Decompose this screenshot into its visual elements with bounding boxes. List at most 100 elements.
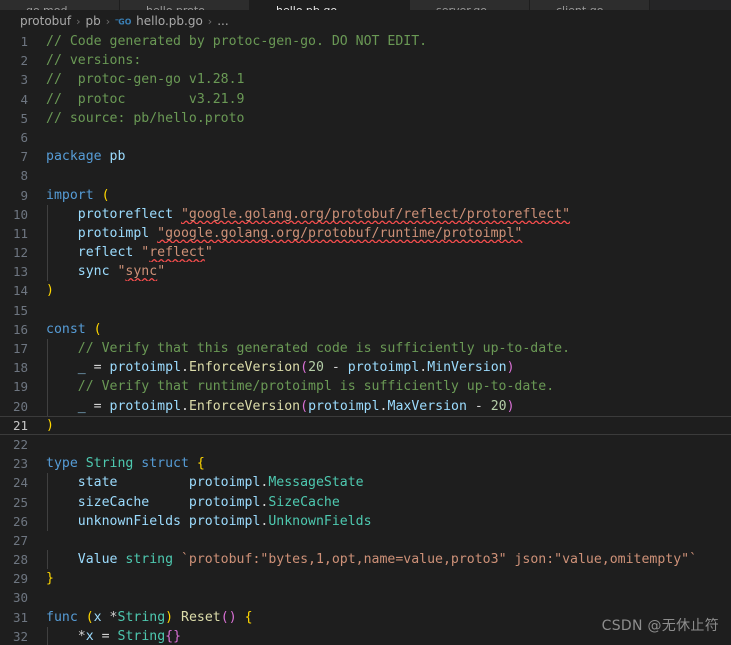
code-token: // protoc v3.21.9: [46, 91, 245, 107]
code-line-content[interactable]: // protoc v3.21.9: [46, 90, 731, 109]
code-token: String: [117, 609, 166, 625]
code-line[interactable]: 28 Value string `protobuf:"bytes,1,opt,n…: [0, 550, 731, 570]
code-line-content[interactable]: package pb: [46, 147, 731, 166]
code-token: // protoc-gen-go v1.28.1: [46, 72, 245, 88]
code-line[interactable]: 8: [0, 166, 731, 185]
code-line[interactable]: 6: [0, 128, 731, 147]
code-line[interactable]: 23 type String struct {: [0, 454, 731, 473]
code-line[interactable]: 32 *x = String{}: [0, 626, 731, 645]
code-token: =: [85, 360, 110, 376]
code-line[interactable]: 31 func (x *String) Reset() {: [0, 608, 731, 627]
code-line[interactable]: 2 // versions:: [0, 51, 731, 70]
code-line-content[interactable]: func (x *String) Reset() {: [46, 608, 731, 627]
code-token: String: [117, 628, 166, 644]
breadcrumb-item[interactable]: ...: [217, 14, 228, 28]
code-line-content[interactable]: reflect "reflect": [46, 243, 731, 263]
code-line[interactable]: 21): [0, 415, 731, 435]
code-line[interactable]: 30: [0, 588, 731, 607]
code-line[interactable]: 13 sync "sync": [0, 262, 731, 282]
code-token: Value: [46, 552, 126, 568]
code-token-error: "google.golang.org/protobuf/reflect/prot…: [180, 206, 571, 222]
code-token: type: [46, 456, 86, 472]
breadcrumb-separator: ›: [105, 14, 111, 28]
code-line[interactable]: 24 state protoimpl.MessageState: [0, 473, 731, 493]
code-line[interactable]: 12 reflect "reflect": [0, 243, 731, 263]
code-line-content[interactable]: unknownFields protoimpl.UnknownFields: [46, 511, 731, 531]
code-line-content[interactable]: _ = protoimpl.EnforceVersion(protoimpl.M…: [46, 396, 731, 416]
code-token: ): [165, 609, 174, 625]
line-number: 16: [12, 321, 28, 337]
breadcrumb-item[interactable]: protobuf: [20, 14, 71, 28]
code-line[interactable]: 15: [0, 301, 731, 320]
code-line-content[interactable]: *x = String{}: [46, 626, 731, 645]
breadcrumb-item[interactable]: pb: [86, 14, 101, 28]
code-line-content[interactable]: import (: [46, 186, 731, 205]
code-line[interactable]: 27: [0, 531, 731, 550]
line-number: 9: [20, 187, 28, 203]
editor-tab-hello-proto[interactable]: GOhello.proto: [120, 0, 250, 10]
line-number: 30: [12, 590, 28, 606]
code-line[interactable]: 5 // source: pb/hello.proto: [0, 109, 731, 128]
code-token: package: [46, 149, 110, 165]
code-line-content[interactable]: // Code generated by protoc-gen-go. DO N…: [46, 32, 731, 51]
code-line-content[interactable]: state protoimpl.MessageState: [46, 473, 731, 493]
code-line[interactable]: 25 sizeCache protoimpl.SizeCache: [0, 492, 731, 512]
editor-tab-hello-pb-go[interactable]: GOhello.pb.go: [250, 0, 410, 10]
breadcrumb[interactable]: protobuf › pb › GO hello.pb.go ›...: [0, 10, 731, 32]
code-line[interactable]: 22: [0, 435, 731, 454]
code-token: MaxVersion: [387, 398, 467, 414]
code-line[interactable]: 14): [0, 281, 731, 300]
line-number: 19: [12, 379, 28, 395]
code-token: }: [46, 571, 54, 587]
code-line-content[interactable]: }: [46, 569, 731, 588]
code-token: 20: [308, 360, 324, 376]
line-number: 27: [12, 532, 28, 548]
code-line[interactable]: 4 // protoc v3.21.9: [0, 90, 731, 109]
code-line-content[interactable]: sizeCache protoimpl.SizeCache: [46, 492, 731, 512]
line-number: 28: [12, 552, 28, 568]
code-line[interactable]: 11 protoimpl "google.golang.org/protobuf…: [0, 223, 731, 244]
code-token-error: reflect: [149, 245, 205, 261]
code-line[interactable]: 18 _ = protoimpl.EnforceVersion(20 - pro…: [0, 358, 731, 378]
code-line-content[interactable]: // Verify that runtime/protoimpl is suff…: [46, 377, 731, 397]
code-line-content[interactable]: const (: [46, 320, 731, 339]
editor-tab-go-mod[interactable]: GOgo.mod: [0, 0, 120, 10]
code-token: (: [300, 398, 309, 414]
code-line[interactable]: 26 unknownFields protoimpl.UnknownFields: [0, 511, 731, 531]
code-line[interactable]: 10 protoreflect "google.golang.org/proto…: [0, 204, 731, 224]
line-number: 11: [12, 225, 28, 241]
code-token: Reset: [181, 609, 221, 625]
code-line[interactable]: 1 // Code generated by protoc-gen-go. DO …: [0, 32, 731, 51]
code-line-content[interactable]: // Verify that this generated code is su…: [46, 339, 731, 359]
code-line-content[interactable]: sync "sync": [46, 262, 731, 282]
code-line-content[interactable]: // source: pb/hello.proto: [46, 109, 731, 128]
code-line-content[interactable]: ): [46, 416, 731, 435]
code-token: state: [46, 475, 189, 491]
code-line[interactable]: 7 package pb: [0, 147, 731, 166]
code-line[interactable]: 16 const (: [0, 320, 731, 339]
line-number: 3: [20, 72, 28, 88]
code-token: =: [85, 398, 110, 414]
code-line-content[interactable]: // protoc-gen-go v1.28.1: [46, 70, 731, 89]
code-line-content[interactable]: _ = protoimpl.EnforceVersion(20 - protoi…: [46, 358, 731, 378]
code-line[interactable]: 19 // Verify that runtime/protoimpl is s…: [0, 377, 731, 397]
breadcrumb-separator: ›: [76, 14, 81, 28]
code-line[interactable]: 3 // protoc-gen-go v1.28.1: [0, 70, 731, 89]
editor-tab-client-go[interactable]: GOclient.go: [530, 0, 650, 10]
line-number: 21: [12, 417, 28, 433]
editor-tab-server-go[interactable]: GOserver.go: [410, 0, 530, 10]
code-token: }: [173, 628, 182, 644]
code-line[interactable]: 9 import (: [0, 186, 731, 205]
code-line[interactable]: 17 // Verify that this generated code is…: [0, 339, 731, 359]
code-line[interactable]: 20 _ = protoimpl.EnforceVersion(protoimp…: [0, 396, 731, 416]
code-line[interactable]: 29}: [0, 569, 731, 588]
code-line-content[interactable]: ): [46, 281, 731, 300]
code-editor[interactable]: 1 // Code generated by protoc-gen-go. DO …: [0, 32, 731, 645]
code-line-content[interactable]: type String struct {: [46, 454, 731, 473]
breadcrumb-item[interactable]: hello.pb.go: [136, 14, 203, 28]
code-line-content[interactable]: // versions:: [46, 51, 731, 70]
code-token: `protobuf:"bytes,1,opt,name=value,proto3…: [180, 552, 698, 568]
code-line-content[interactable]: protoimpl "google.golang.org/protobuf/ru…: [46, 223, 731, 244]
code-line-content[interactable]: protoreflect "google.golang.org/protobuf…: [46, 204, 731, 224]
code-line-content[interactable]: Value string `protobuf:"bytes,1,opt,name…: [46, 550, 731, 570]
